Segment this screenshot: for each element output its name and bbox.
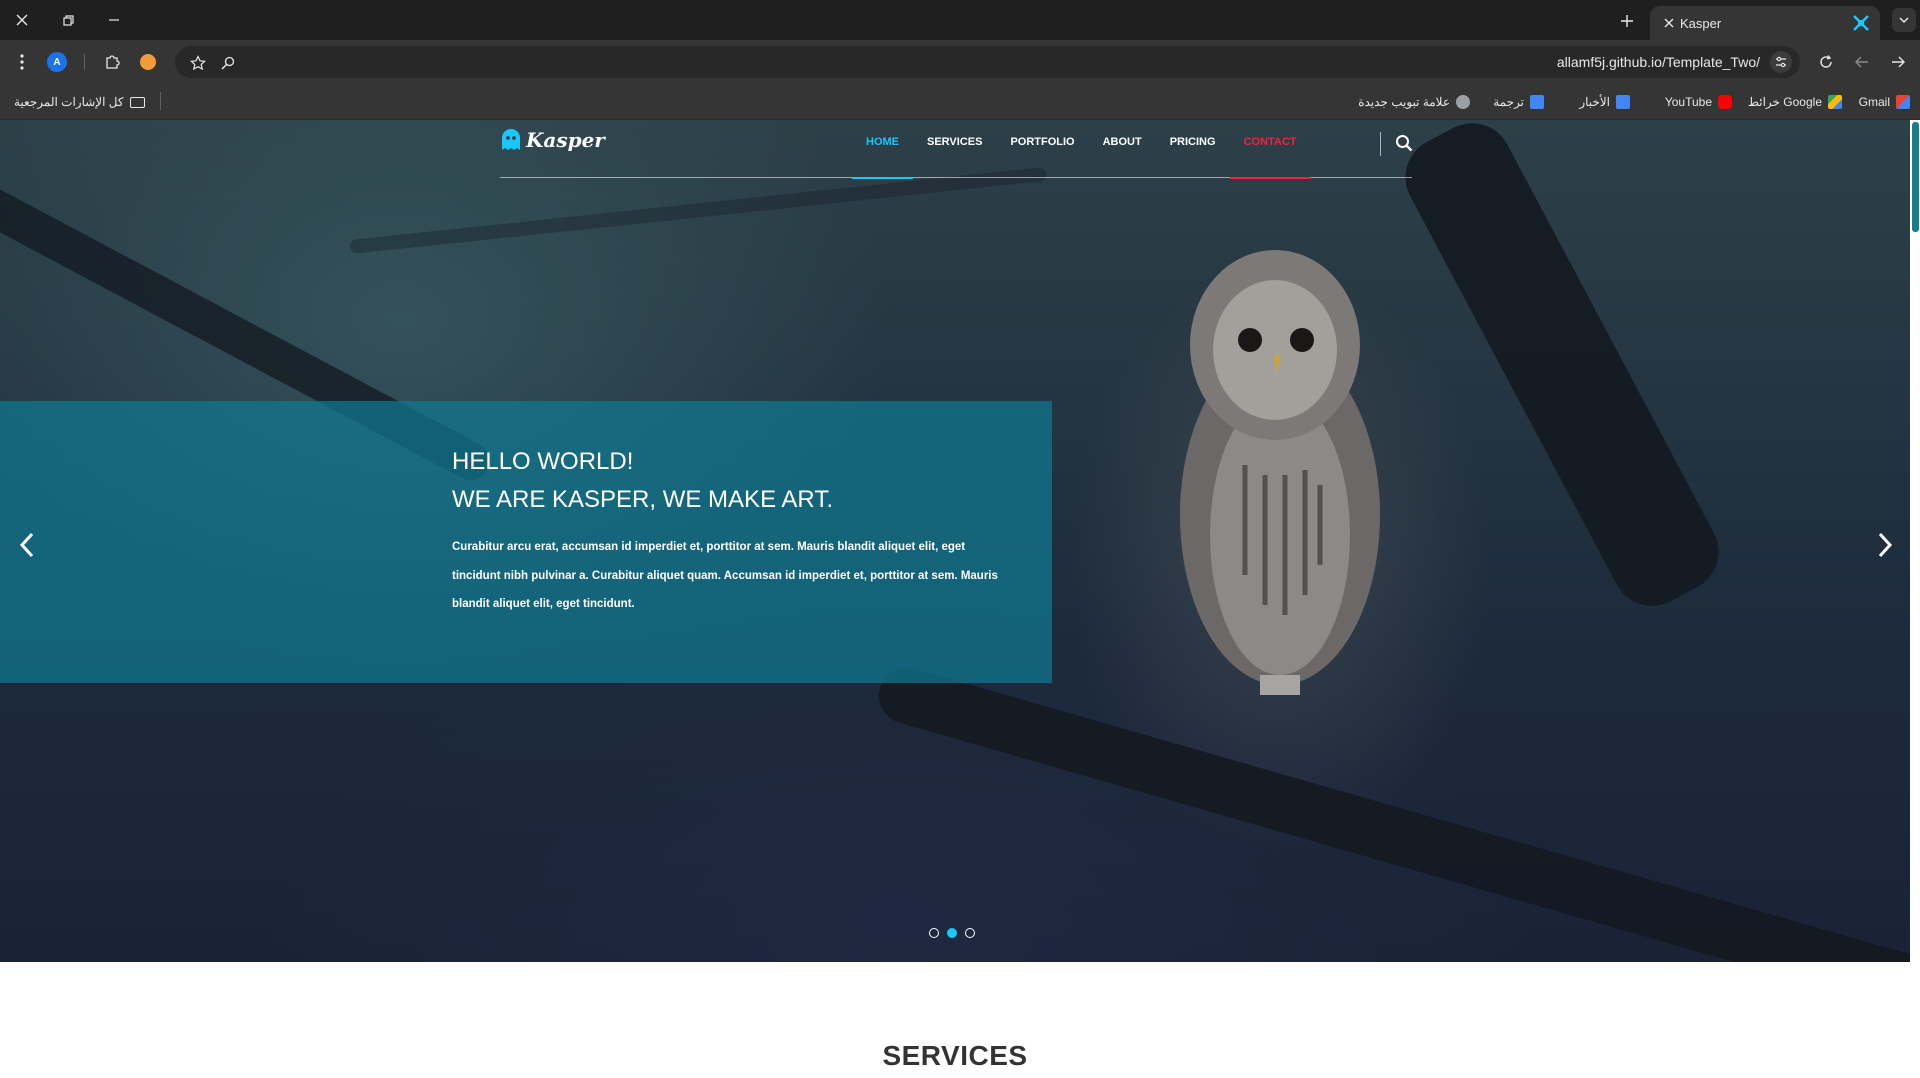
- nav-portfolio[interactable]: PORTFOLIO: [996, 120, 1088, 178]
- site-info-icon[interactable]: [1770, 51, 1792, 73]
- zoom-icon[interactable]: [217, 52, 239, 74]
- slider-prev-icon[interactable]: [15, 530, 39, 560]
- restore-window-icon[interactable]: [52, 6, 84, 34]
- slider-bullets: [929, 928, 975, 938]
- forward-icon[interactable]: [1848, 48, 1876, 76]
- web-page: Kasper HOME SERVICES PORTFOLIO ABOUT PRI…: [0, 120, 1920, 1078]
- scrollbar-thumb[interactable]: [1912, 122, 1919, 232]
- tab-strip: Kasper: [0, 0, 1920, 40]
- branch-shape: [1391, 120, 1733, 620]
- nav-pricing[interactable]: PRICING: [1156, 120, 1230, 178]
- translate-icon: [1530, 95, 1544, 109]
- new-tab-icon[interactable]: [1614, 8, 1640, 34]
- nav-services[interactable]: SERVICES: [913, 120, 996, 178]
- page-scrollbar[interactable]: [1910, 120, 1920, 1078]
- maps-icon: [1828, 95, 1842, 109]
- bookmark-new-tab[interactable]: علامة تبويب جديدة: [1358, 93, 1470, 111]
- slider-bullet[interactable]: [929, 928, 939, 938]
- tab-title: Kasper: [1680, 15, 1722, 31]
- extension-burger-icon[interactable]: [140, 54, 156, 70]
- branch-shape: [349, 166, 1047, 254]
- nav-divider: [1380, 132, 1381, 156]
- minimize-window-icon[interactable]: [98, 6, 130, 34]
- hero-title-line1: HELLO WORLD!: [452, 448, 634, 475]
- bookmark-translate[interactable]: ترجمة: [1493, 93, 1544, 111]
- all-bookmarks[interactable]: كل الإشارات المرجعية: [14, 93, 145, 111]
- bookmarks-divider: [160, 92, 161, 110]
- bookmark-gmail[interactable]: Gmail: [1859, 93, 1910, 111]
- bookmark-star-icon[interactable]: [187, 52, 209, 74]
- close-window-icon[interactable]: [6, 6, 38, 34]
- gmail-icon: [1896, 95, 1910, 109]
- extensions-icon[interactable]: [98, 48, 126, 76]
- bookmark-youtube[interactable]: YouTube: [1665, 93, 1732, 111]
- bookmark-google-maps[interactable]: Google خرائط: [1748, 93, 1842, 111]
- nav-about[interactable]: ABOUT: [1089, 120, 1156, 178]
- youtube-icon: [1718, 95, 1732, 109]
- kasper-favicon-icon: [1852, 14, 1870, 32]
- nav-contact[interactable]: CONTACT: [1229, 120, 1311, 179]
- tab-search-menu-icon[interactable]: [1892, 8, 1916, 32]
- hero-caption: HELLO WORLD! WE ARE KASPER, WE MAKE ART.…: [0, 401, 1052, 683]
- back-icon[interactable]: [1884, 48, 1912, 76]
- slider-bullet[interactable]: [965, 928, 975, 938]
- close-tab-icon[interactable]: [1658, 12, 1680, 34]
- hero-title-line2: WE ARE KASPER, WE MAKE ART.: [452, 486, 833, 513]
- bookmark-news[interactable]: الأخبار: [1579, 93, 1630, 111]
- profile-avatar[interactable]: A: [47, 52, 67, 72]
- address-bar[interactable]: allamf5j.github.io/Template_Two/: [175, 46, 1800, 78]
- branch-shape: [872, 661, 1910, 962]
- services-heading: SERVICES: [882, 1040, 1028, 1071]
- nav-home[interactable]: HOME: [852, 120, 913, 179]
- browser-menu-icon[interactable]: [8, 48, 36, 76]
- url-text: allamf5j.github.io/Template_Two/: [1556, 54, 1760, 70]
- nav-menu: HOME SERVICES PORTFOLIO ABOUT PRICING CO…: [852, 120, 1311, 179]
- toolbar-divider: [84, 54, 85, 70]
- browser-toolbar: A allamf5j.github.io/Template_Two/: [0, 40, 1920, 84]
- ghost-logo-icon: [502, 129, 520, 150]
- slider-next-icon[interactable]: [1873, 530, 1897, 560]
- site-navbar: Kasper HOME SERVICES PORTFOLIO ABOUT PRI…: [500, 120, 1413, 179]
- search-icon[interactable]: [1395, 134, 1413, 152]
- hero-slider: Kasper HOME SERVICES PORTFOLIO ABOUT PRI…: [0, 120, 1910, 962]
- folder-icon: [129, 96, 145, 108]
- logo-text: Kasper: [526, 128, 605, 152]
- hero-text: Curabitur arcu erat, accumsan id imperdi…: [452, 541, 998, 610]
- kasper-logo[interactable]: Kasper: [500, 128, 605, 152]
- news-icon: [1616, 95, 1630, 109]
- owl-image: [1180, 250, 1380, 695]
- slider-bullet-active[interactable]: [947, 928, 957, 938]
- bookmarks-bar: Gmail Google خرائط YouTube الأخبار ترجمة…: [0, 84, 1920, 120]
- tab-kasper[interactable]: Kasper: [1650, 6, 1880, 40]
- reload-icon[interactable]: [1812, 48, 1840, 76]
- globe-icon: [1456, 95, 1470, 109]
- hero-title: HELLO WORLD! WE ARE KASPER, WE MAKE ART.: [452, 443, 833, 519]
